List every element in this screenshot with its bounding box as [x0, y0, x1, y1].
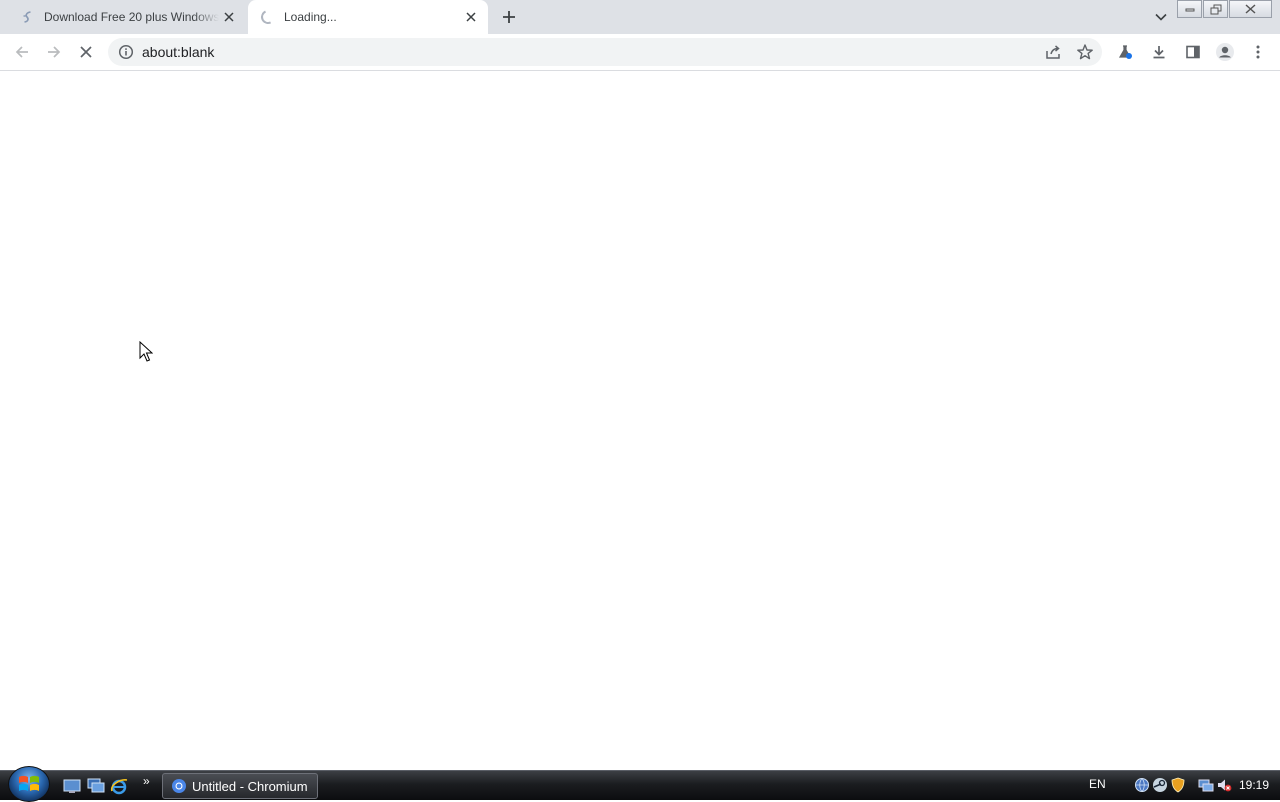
forward-button[interactable]	[41, 39, 67, 65]
back-arrow-icon	[15, 46, 28, 58]
profile-button[interactable]	[1212, 39, 1238, 65]
network-globe-icon[interactable]	[1134, 777, 1150, 793]
steam-icon[interactable]	[1152, 777, 1168, 793]
page-content[interactable]	[0, 71, 1280, 770]
security-shield-icon[interactable]	[1170, 777, 1186, 793]
network-status-icon[interactable]	[1198, 777, 1214, 793]
download-icon	[1153, 46, 1165, 59]
restore-button[interactable]	[1203, 0, 1228, 18]
minimize-button[interactable]	[1177, 0, 1202, 18]
downloads-button[interactable]	[1146, 39, 1172, 65]
info-icon[interactable]	[118, 44, 134, 60]
stop-loading-button[interactable]	[73, 39, 99, 65]
language-indicator[interactable]: EN	[1089, 777, 1106, 791]
address-bar[interactable]: about:blank	[108, 38, 1102, 66]
windows-taskbar: » Untitled - Chromium EN 19:19	[0, 766, 1280, 802]
url-text[interactable]: about:blank	[142, 44, 214, 60]
tab-title: Loading...	[284, 10, 337, 24]
close-icon	[466, 12, 476, 22]
browser-toolbar: about:blank	[0, 34, 1280, 71]
share-icon[interactable]	[1044, 43, 1062, 61]
volume-muted-icon[interactable]	[1216, 777, 1232, 793]
switch-windows-icon[interactable]	[87, 777, 105, 795]
chromium-icon	[172, 779, 186, 793]
tab-search-button[interactable]	[1149, 6, 1173, 28]
profile-avatar-icon	[1216, 43, 1234, 61]
plus-icon	[503, 11, 515, 23]
chevron-down-icon	[1155, 13, 1167, 21]
tab-download-free[interactable]: Download Free 20 plus Windows	[8, 0, 246, 34]
side-panel-button[interactable]	[1180, 39, 1206, 65]
tab-strip: Download Free 20 plus Windows Loading...	[0, 0, 1280, 34]
restore-icon	[1210, 4, 1221, 14]
close-window-button[interactable]	[1229, 0, 1272, 18]
window-controls	[1177, 0, 1272, 18]
new-tab-button[interactable]	[497, 5, 521, 29]
minimize-icon	[1185, 8, 1194, 12]
windows-logo-icon	[19, 775, 39, 791]
tab-close-button[interactable]	[461, 7, 481, 27]
chrome-labs-button[interactable]	[1112, 39, 1138, 65]
close-icon	[224, 12, 234, 22]
tab-close-button[interactable]	[219, 7, 239, 27]
back-button[interactable]	[9, 39, 35, 65]
flask-icon	[1118, 45, 1132, 59]
bookmark-star-icon[interactable]	[1076, 43, 1094, 61]
tab-title: Download Free 20 plus Windows	[44, 10, 219, 24]
menu-button[interactable]	[1245, 39, 1271, 65]
tab-loading[interactable]: Loading...	[248, 0, 488, 34]
side-panel-icon	[1186, 45, 1200, 59]
taskbar-window-chromium[interactable]: Untitled - Chromium	[162, 773, 318, 799]
loading-spinner-icon	[259, 8, 277, 26]
taskbar-clock[interactable]: 19:19	[1239, 778, 1269, 792]
mouse-cursor-icon	[139, 341, 153, 362]
close-icon	[1245, 4, 1256, 14]
taskbar-window-title: Untitled - Chromium	[192, 778, 308, 794]
show-desktop-icon[interactable]	[63, 777, 81, 795]
forward-arrow-icon	[48, 46, 61, 58]
start-button[interactable]	[8, 766, 50, 802]
stop-icon	[80, 46, 92, 58]
kebab-menu-icon	[1256, 45, 1260, 59]
site-favicon-icon	[20, 9, 36, 25]
quick-launch-more-icon[interactable]: »	[143, 774, 150, 788]
internet-explorer-icon[interactable]	[110, 777, 128, 795]
